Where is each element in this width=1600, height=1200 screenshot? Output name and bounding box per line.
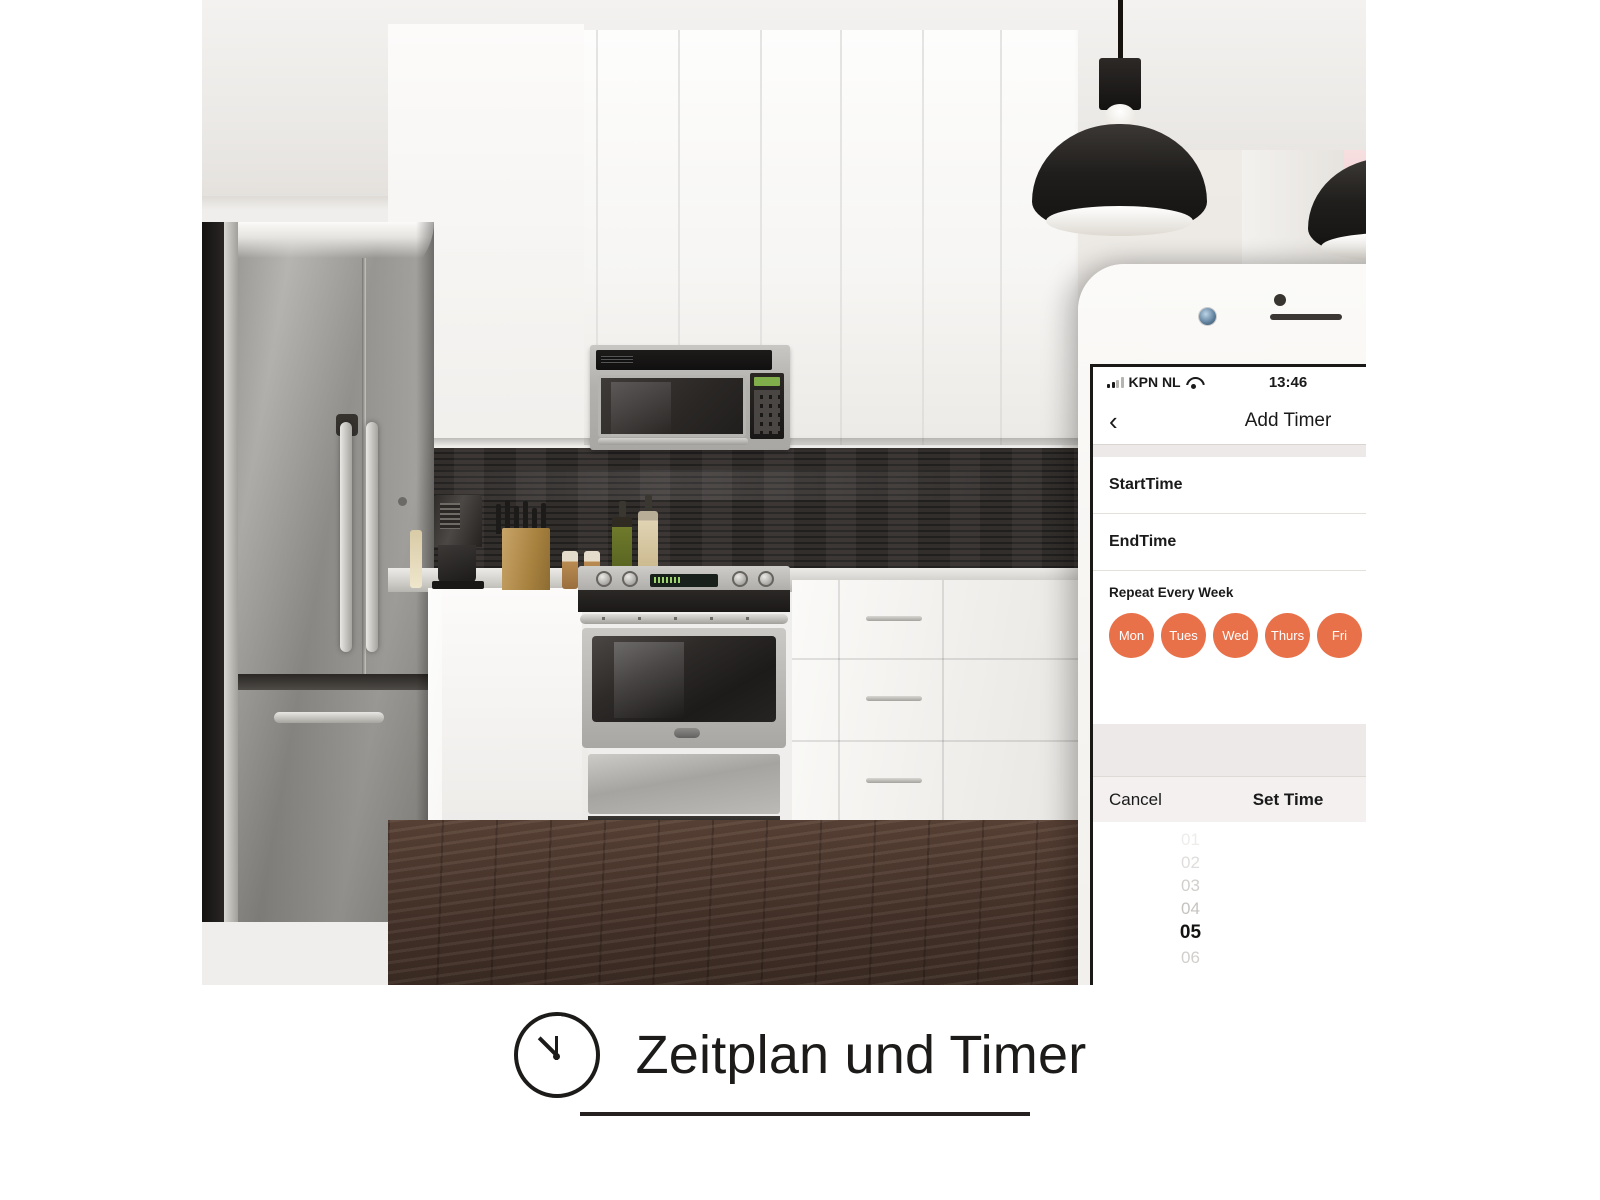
day-label: Tues (1169, 628, 1198, 643)
hour-wheel[interactable]: 01 02 03 04 05 06 (1093, 828, 1288, 972)
hardwood-floor (388, 820, 1078, 985)
day-label: Thurs (1270, 628, 1305, 643)
minute-wheel[interactable]: 08 09 10 11 12 13 (1288, 828, 1366, 972)
caption-text: Zeitplan und Timer (635, 1025, 1087, 1085)
day-label: Fri (1331, 628, 1348, 643)
start-time-label: StartTime (1109, 476, 1183, 493)
day-pill-thurs[interactable]: Thurs (1265, 613, 1310, 658)
repeat-section: Repeat Every Week Mon Tues Wed Thurs Fri… (1093, 571, 1366, 678)
caption-block: Zeitplan und Timer (0, 1012, 1600, 1098)
day-selector: Mon Tues Wed Thurs Fri Sat Sun (1109, 613, 1366, 658)
promo-page: KPN NL 13:46 74% ‹ Add Timer Save (0, 0, 1600, 1200)
microwave-oven (590, 345, 790, 450)
proximity-sensor (1274, 294, 1286, 306)
smartphone-mockup: KPN NL 13:46 74% ‹ Add Timer Save (1078, 264, 1366, 985)
coffee-maker (432, 495, 484, 589)
cancel-button[interactable]: Cancel (1109, 790, 1162, 810)
caption-underline (580, 1112, 1030, 1116)
day-pill-mon[interactable]: Mon (1109, 613, 1154, 658)
clock-icon (513, 1012, 600, 1098)
end-time-label: EndTime (1109, 533, 1177, 550)
hour-option[interactable]: 02 (1181, 851, 1200, 874)
backsplash-highlight (392, 470, 1078, 500)
hour-option-selected[interactable]: 05 (1180, 920, 1201, 946)
day-pill-fri[interactable]: Fri (1317, 613, 1362, 658)
time-picker: 01 02 03 04 05 06 08 09 10 11 12 13 (1093, 822, 1366, 972)
repeat-title: Repeat Every Week (1109, 585, 1234, 600)
hour-option[interactable]: 01 (1181, 828, 1200, 851)
front-camera (1199, 308, 1216, 325)
range-oven (578, 566, 790, 838)
picker-toolbar: Cancel Set Time Finish (1093, 776, 1366, 822)
pendant-lamp-1 (1032, 0, 1207, 240)
kitchen-photo: KPN NL 13:46 74% ‹ Add Timer Save (202, 0, 1366, 985)
day-pill-wed[interactable]: Wed (1213, 613, 1258, 658)
earpiece-speaker (1270, 314, 1342, 320)
lower-cabinet-mid (442, 588, 582, 838)
picker-backdrop (1093, 724, 1366, 776)
status-bar: KPN NL 13:46 74% (1093, 367, 1366, 397)
day-pill-tues[interactable]: Tues (1161, 613, 1206, 658)
row-end-time[interactable]: EndTime Not set yet. › (1093, 514, 1366, 571)
section-divider-top (1093, 445, 1366, 457)
bottle-small (410, 530, 422, 588)
row-start-time[interactable]: StartTime Not set yet. › (1093, 457, 1366, 514)
navigation-bar: ‹ Add Timer Save (1093, 397, 1366, 445)
content-spacer (1093, 678, 1366, 724)
hour-option[interactable]: 03 (1181, 874, 1200, 897)
hour-option[interactable]: 06 (1181, 946, 1200, 969)
hour-option[interactable]: 04 (1181, 897, 1200, 920)
knife-block (502, 528, 550, 590)
day-label: Wed (1222, 628, 1249, 643)
day-label: Mon (1118, 628, 1145, 643)
phone-screen: KPN NL 13:46 74% ‹ Add Timer Save (1090, 364, 1366, 985)
lower-cabinet-right (792, 580, 1078, 840)
chevron-left-icon[interactable]: ‹ (1109, 408, 1149, 434)
pendant-lamp-2 (1308, 48, 1366, 273)
